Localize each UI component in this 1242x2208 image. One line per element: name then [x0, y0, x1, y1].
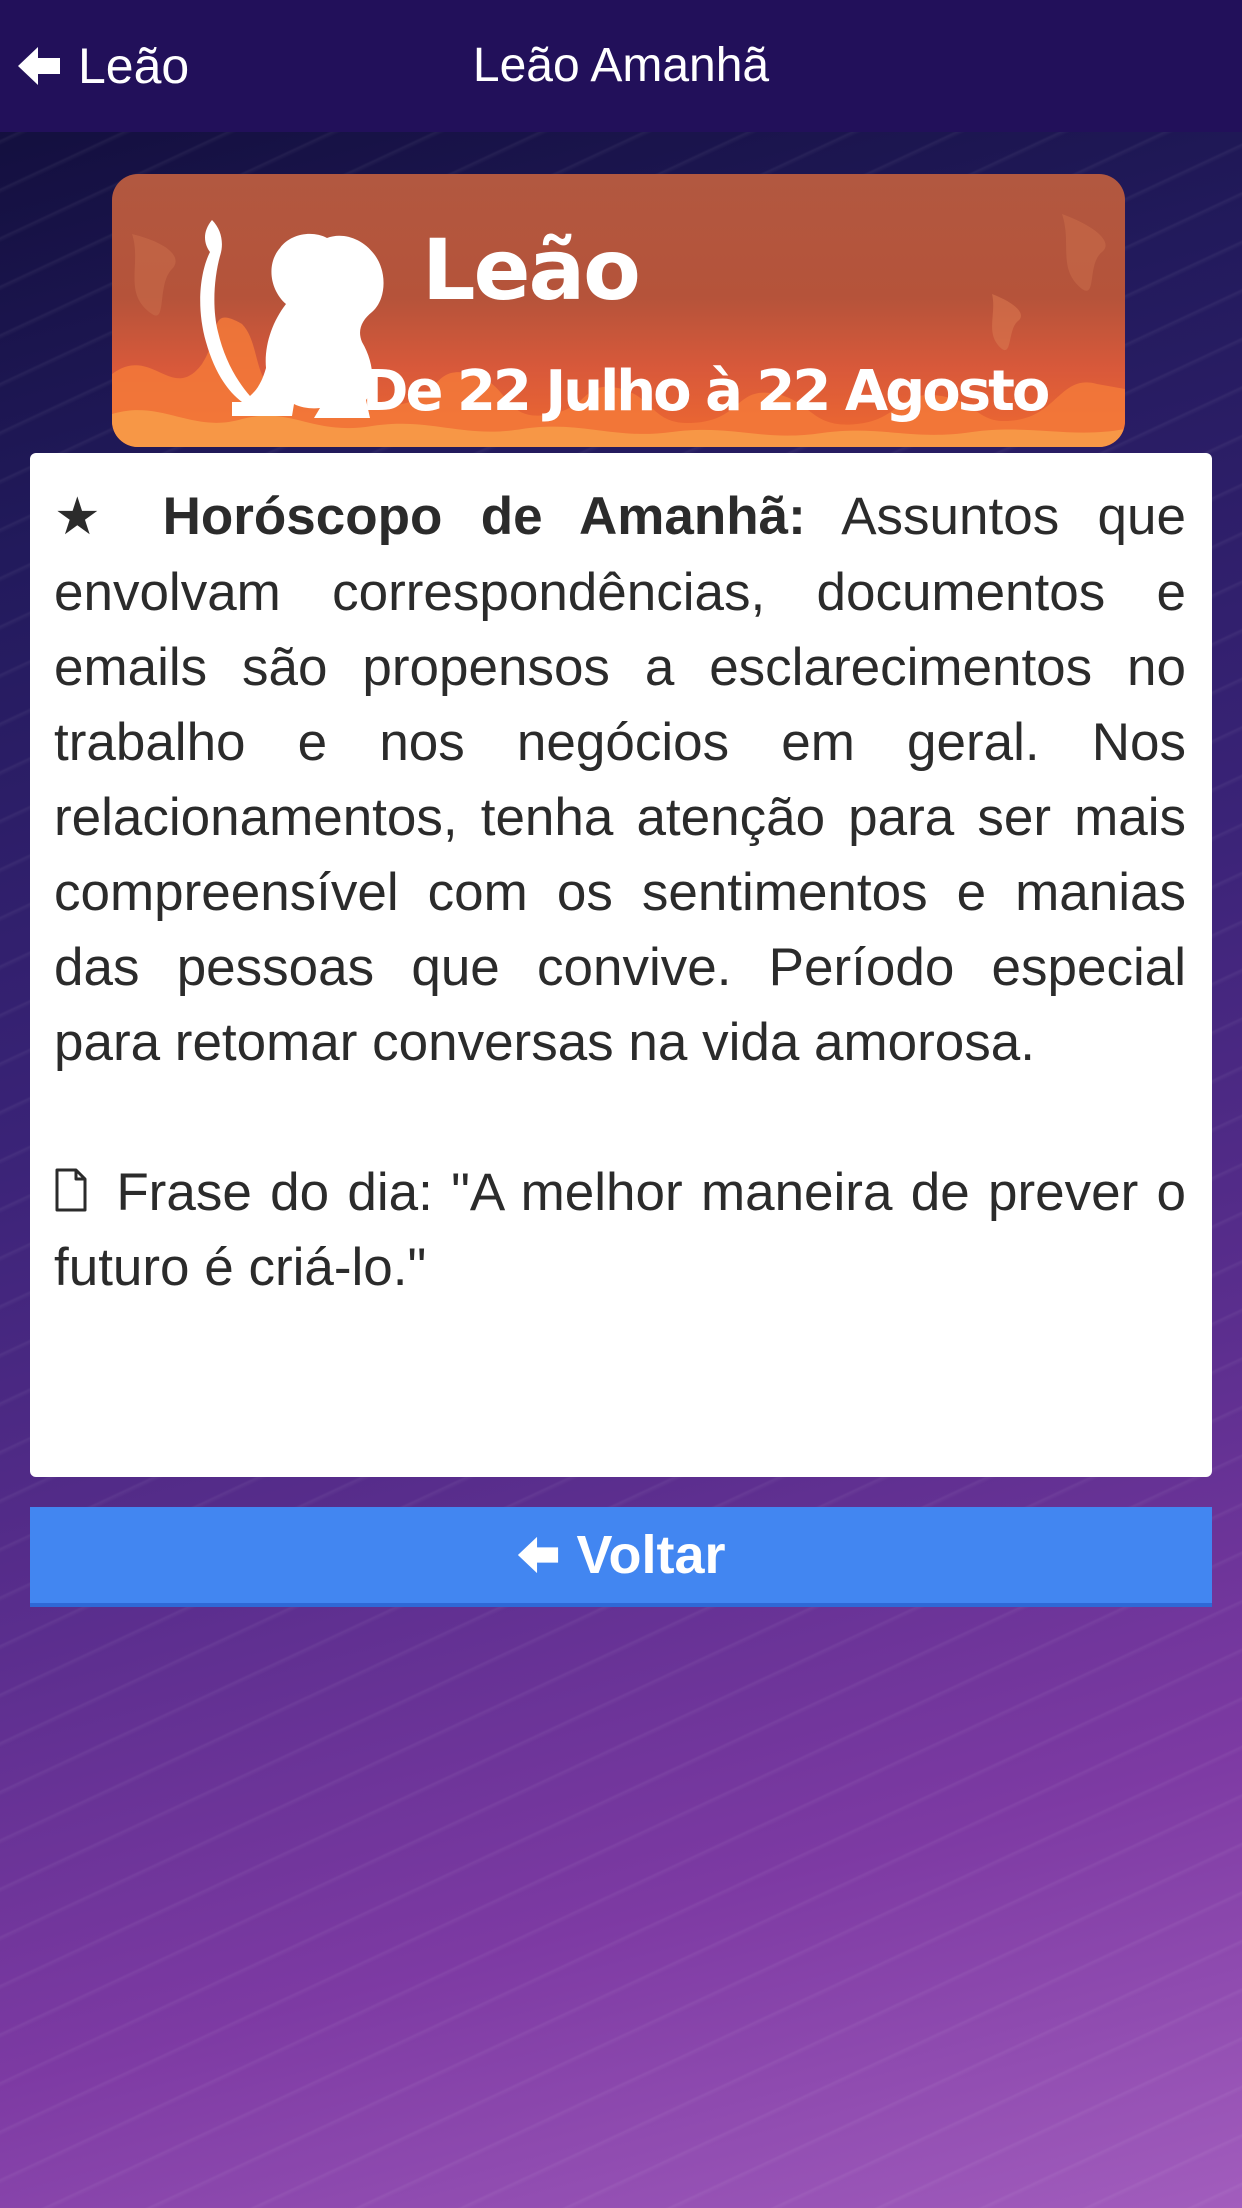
horoscope-card: ★ Horóscopo de Amanhã: Assuntos que envo…: [30, 453, 1212, 1477]
horoscope-heading: Horóscopo de Amanhã:: [162, 487, 806, 546]
navigation-bar: Leão Leão Amanhã: [0, 0, 1242, 132]
page-title: Leão Amanhã: [472, 39, 770, 92]
banner-date-range: De 22 Julho à 22 Agosto: [362, 359, 1050, 424]
sign-banner: Leão De 22 Julho à 22 Agosto: [112, 174, 1125, 447]
phrase-of-the-day: Frase do dia: "A melhor maneira de preve…: [54, 1155, 1186, 1305]
horoscope-text: Assuntos que envolvam correspondências, …: [54, 487, 1186, 1072]
star-icon: ★: [54, 488, 125, 546]
file-icon: [55, 1168, 87, 1212]
arrow-left-icon: [518, 1536, 559, 1574]
phrase-text: Frase do dia: "A melhor maneira de preve…: [54, 1163, 1186, 1297]
horoscope-paragraph: ★ Horóscopo de Amanhã: Assuntos que envo…: [54, 479, 1186, 1080]
banner-sign-name: Leão: [422, 221, 641, 319]
back-button-label: Voltar: [576, 1525, 726, 1585]
back-button[interactable]: Voltar: [30, 1507, 1212, 1607]
